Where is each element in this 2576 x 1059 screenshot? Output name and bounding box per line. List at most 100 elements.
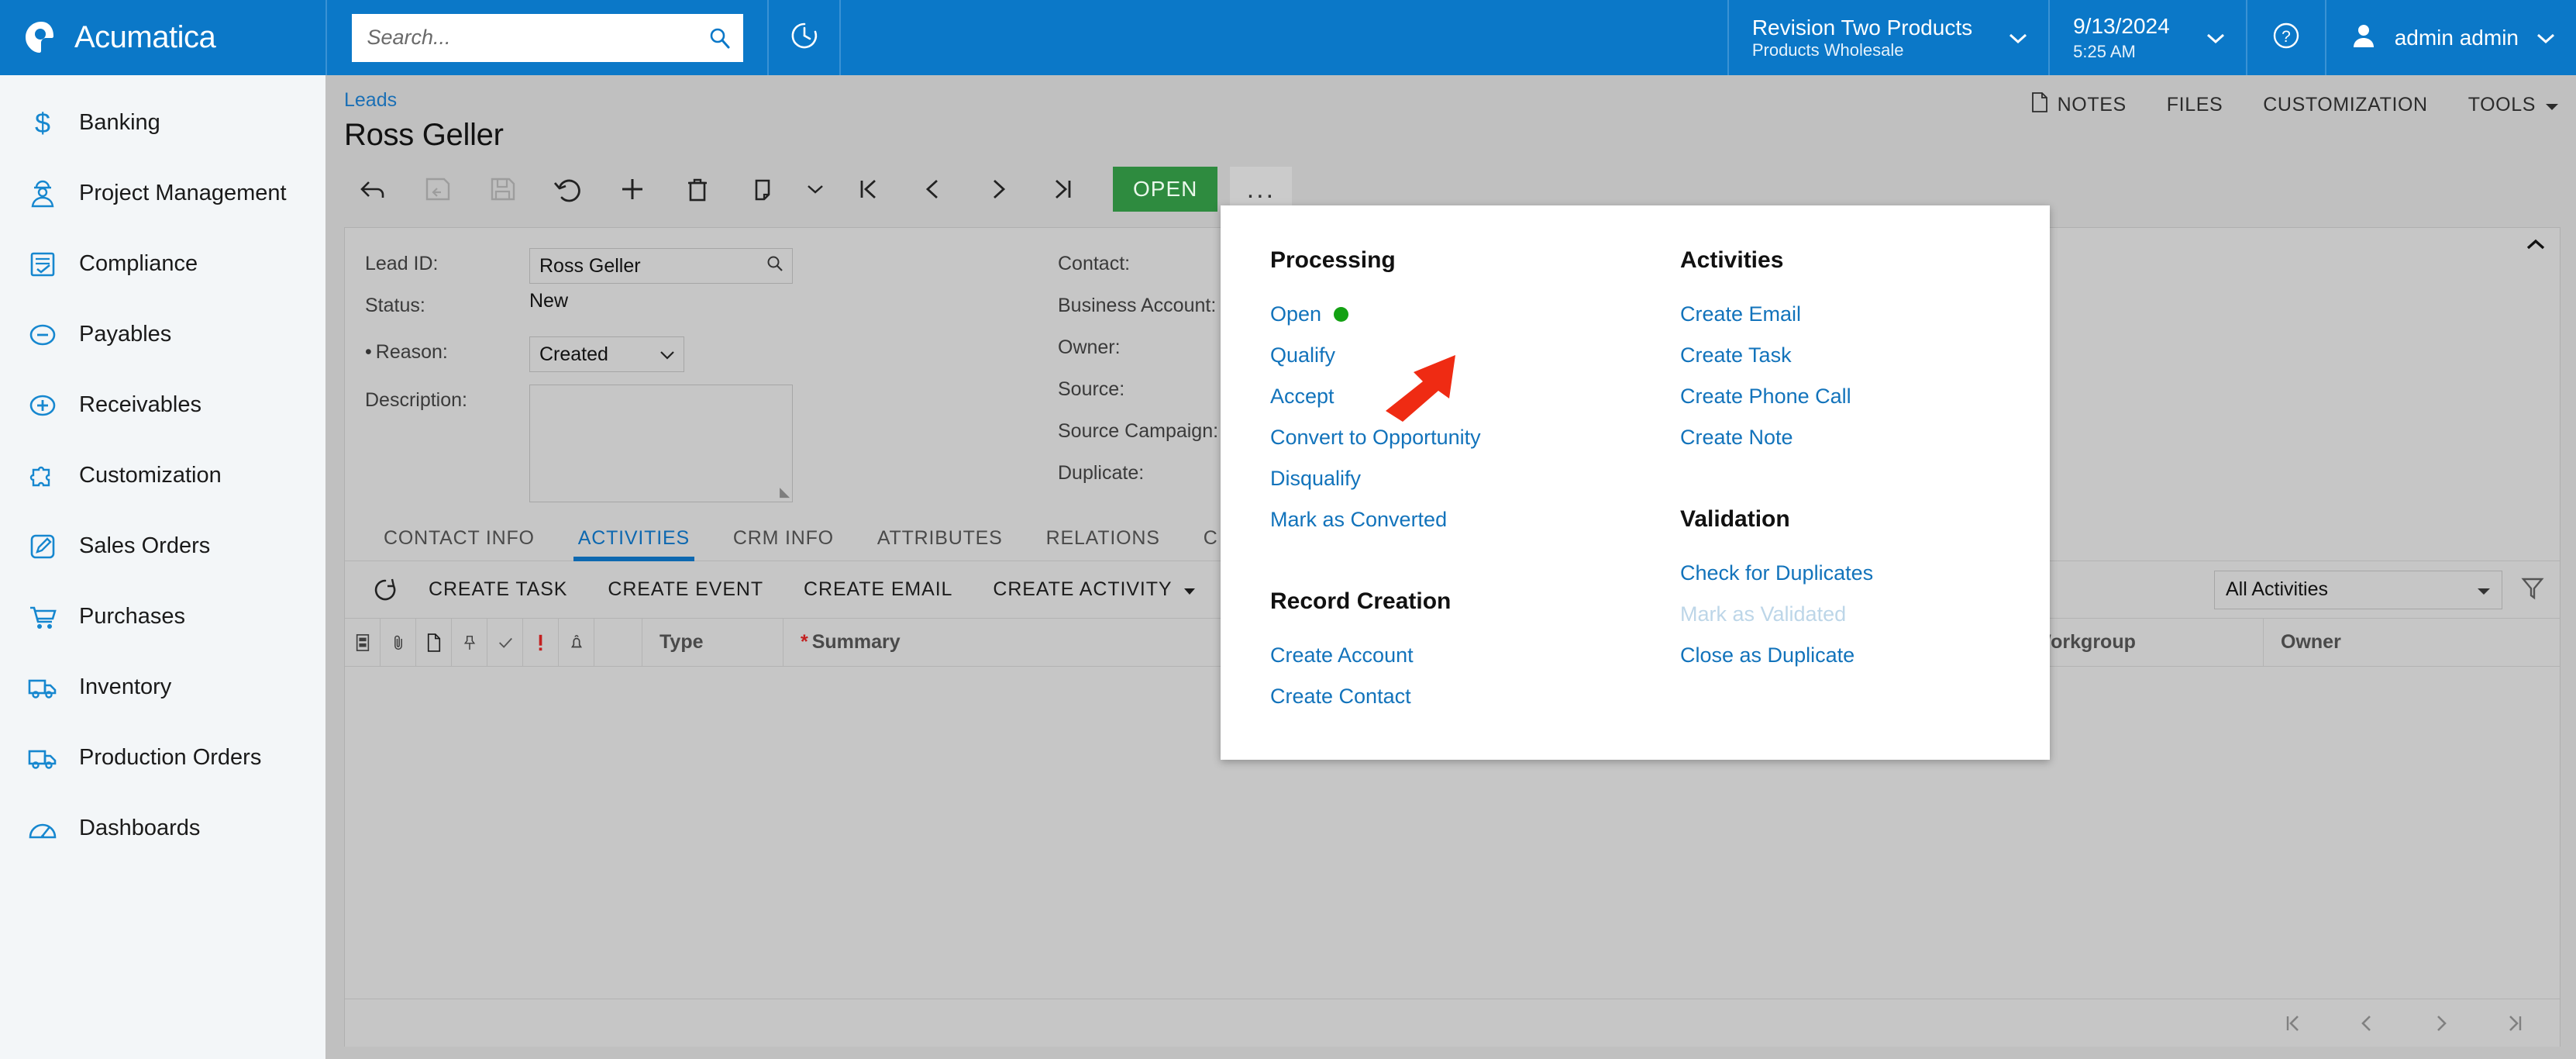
required-marker: • [365,341,372,363]
undo-button[interactable] [535,165,600,213]
copy-paste-button[interactable] [730,165,795,213]
create-activity-button[interactable]: CREATE ACTIVITY [973,578,1215,601]
column-header-owner[interactable]: Owner [2264,619,2465,666]
notes-button[interactable]: NOTES [2031,92,2127,118]
back-button[interactable] [339,165,405,213]
grid-filter-area: All Activities [2214,570,2546,609]
field-description: Description: ◢ [365,385,1011,502]
green-status-dot-icon [1334,307,1349,322]
sidebar-item-banking[interactable]: $ Banking [0,88,325,158]
reason-value: Created [539,343,608,365]
reason-select[interactable]: Created [529,336,684,372]
menu-item-create-task[interactable]: Create Task [1680,335,1792,376]
copy-paste-dropdown[interactable] [795,165,835,213]
tab-attributes[interactable]: ATTRIBUTES [856,527,1025,561]
collapse-section-button[interactable] [2526,239,2546,255]
reason-label-text: Reason: [375,341,448,363]
field-label: Description: [365,389,467,411]
menu-item-qualify[interactable]: Qualify [1270,335,1335,376]
business-date-selector[interactable]: 9/13/2024 5:25 AM [2048,0,2246,75]
create-activity-label: CREATE ACTIVITY [993,578,1173,600]
tools-button[interactable]: TOOLS [2468,94,2559,116]
delete-button[interactable] [665,165,730,213]
svg-text:?: ? [2282,28,2291,46]
menu-item-open[interactable]: Open [1270,294,1349,335]
previous-page-icon[interactable] [2354,1012,2380,1035]
sidebar-item-production-orders[interactable]: Production Orders [0,723,325,793]
sidebar-item-receivables[interactable]: Receivables [0,370,325,440]
minus-circle-icon [26,319,59,351]
menu-item-mark-as-converted[interactable]: Mark as Converted [1270,499,1447,540]
sidebar-item-inventory[interactable]: Inventory [0,652,325,723]
next-page-icon[interactable] [2428,1012,2454,1035]
save-button[interactable] [470,165,535,213]
first-page-icon[interactable] [2279,1012,2306,1035]
search-icon[interactable] [708,26,731,50]
menu-item-create-note[interactable]: Create Note [1680,417,1793,458]
search-box[interactable] [351,13,743,62]
description-textarea[interactable]: ◢ [529,385,793,502]
brand-logo-area[interactable]: Acumatica [0,0,325,75]
menu-item-convert-to-opportunity[interactable]: Convert to Opportunity [1270,417,1481,458]
notes-label: NOTES [2057,94,2127,116]
last-page-icon[interactable] [2502,1012,2529,1035]
activities-filter-select[interactable]: All Activities [2214,570,2502,609]
resize-grip-icon[interactable]: ◢ [780,485,790,500]
user-menu-button[interactable]: admin admin [2324,0,2576,75]
tab-relations[interactable]: RELATIONS [1025,527,1182,561]
tab-crm-info[interactable]: CRM INFO [711,527,856,561]
last-record-button[interactable] [1031,165,1096,213]
summary-label: Summary [811,631,901,653]
column-header-type[interactable]: Type [642,619,783,666]
sidebar-item-dashboards[interactable]: Dashboards [0,793,325,864]
column-header-workgroup[interactable]: Workgroup [2016,619,2264,666]
menu-item-accept[interactable]: Accept [1270,376,1334,417]
svg-text:$: $ [35,107,50,139]
plus-circle-icon [26,389,59,422]
menu-item-create-phone-call[interactable]: Create Phone Call [1680,376,1851,417]
funnel-icon[interactable] [2519,574,2546,605]
lookup-search-icon[interactable] [766,254,784,278]
help-button[interactable]: ? [2245,0,2325,75]
recently-viewed-button[interactable] [767,0,841,75]
sidebar-item-compliance[interactable]: Compliance [0,229,325,299]
previous-record-button[interactable] [901,165,966,213]
business-time: 5:25 AM [2073,42,2136,62]
menu-item-create-account[interactable]: Create Account [1270,635,1414,676]
page-title: Ross Geller [344,118,504,152]
sidebar-item-sales-orders[interactable]: Sales Orders [0,511,325,581]
open-status-button[interactable]: OPEN [1113,167,1218,212]
sidebar-item-payables[interactable]: Payables [0,299,325,370]
sidebar-item-customization[interactable]: Customization [0,440,325,511]
app-root: Acumatica Revision Two Products Products… [0,0,2576,1059]
search-input[interactable] [367,26,708,50]
menu-item-close-as-duplicate[interactable]: Close as Duplicate [1680,635,1855,676]
menu-item-disqualify[interactable]: Disqualify [1270,458,1361,499]
files-button[interactable]: FILES [2167,94,2223,116]
menu-item-check-for-duplicates[interactable]: Check for Duplicates [1680,553,1873,594]
tab-contact-info[interactable]: CONTACT INFO [362,527,556,561]
create-event-button[interactable]: CREATE EVENT [587,578,783,601]
user-icon [2350,22,2378,53]
tab-activities[interactable]: ACTIVITIES [556,527,711,561]
sidebar-item-purchases[interactable]: Purchases [0,581,325,652]
chevron-down-icon [2206,32,2226,44]
customization-button[interactable]: CUSTOMIZATION [2263,94,2427,116]
save-and-close-button[interactable] [405,165,470,213]
field-label: • Reason: [365,336,529,364]
menu-item-create-email[interactable]: Create Email [1680,294,1801,335]
first-record-button[interactable] [835,165,901,213]
sidebar-item-project-management[interactable]: Project Management [0,158,325,229]
create-email-button[interactable]: CREATE EMAIL [783,578,973,601]
refresh-icon[interactable] [362,577,408,603]
required-marker: * [801,631,808,653]
next-record-button[interactable] [966,165,1031,213]
company-branch-selector[interactable]: Revision Two Products Products Wholesale [1727,0,2048,75]
menu-group-title-processing: Processing [1270,247,1396,273]
add-button[interactable] [600,165,665,213]
menu-item-create-contact[interactable]: Create Contact [1270,676,1411,717]
create-task-button[interactable]: CREATE TASK [408,578,587,601]
lead-id-input[interactable]: Ross Geller [529,248,793,284]
grid-pagination [345,999,2560,1047]
field-status: Status: New [365,290,1011,332]
